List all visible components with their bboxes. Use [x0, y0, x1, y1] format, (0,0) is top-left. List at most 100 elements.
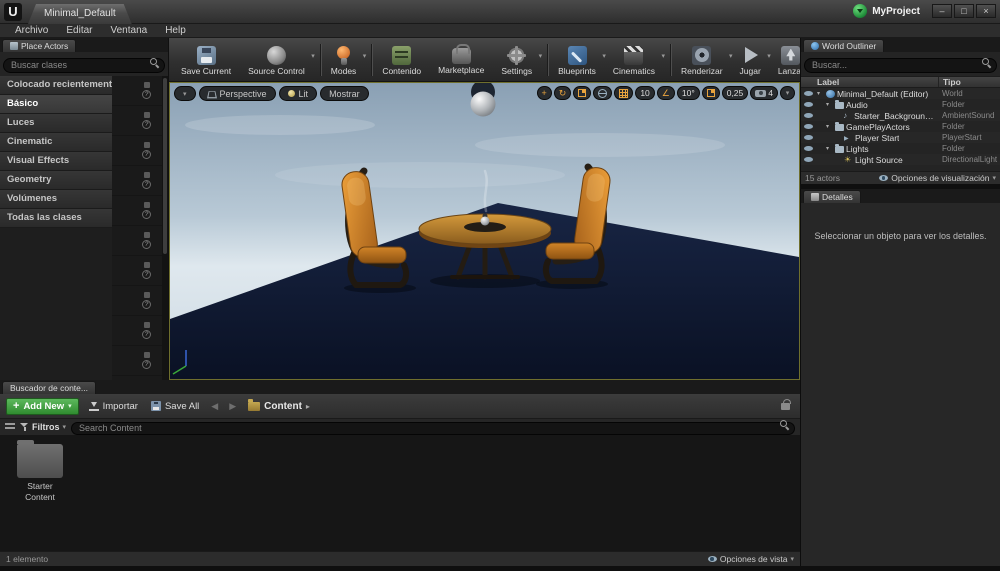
outliner-row[interactable]: ▾ Lights Folder [801, 143, 1000, 154]
window-control-button[interactable]: – [932, 4, 952, 18]
category-item[interactable]: Visual Effects [0, 152, 112, 171]
class-search-input[interactable] [3, 57, 165, 73]
level-tab[interactable]: Minimal_Default [28, 4, 132, 24]
visibility-eye-icon[interactable] [801, 113, 815, 118]
actor-thumbnail-row[interactable]: ? [112, 76, 163, 106]
scale-snap-value[interactable]: 0,25 [721, 86, 749, 100]
outliner-row[interactable]: ▾ Minimal_Default (Editor) World [801, 88, 1000, 99]
chevron-down-icon[interactable]: ▾ [602, 52, 606, 60]
tab-content-browser[interactable]: Buscador de conte... [2, 381, 96, 394]
toolbar-button[interactable]: Renderizar ▾ [675, 43, 734, 77]
category-item[interactable]: Colocado recientemente [0, 76, 112, 95]
category-item[interactable]: Cinematic [0, 133, 112, 152]
actor-thumbnail-row[interactable]: ? [112, 166, 163, 196]
import-button[interactable]: Importar [86, 401, 141, 412]
actor-thumbnail-row[interactable]: ? [112, 226, 163, 256]
outliner-row[interactable]: ▾ Audio Folder [801, 99, 1000, 110]
toolbar-button[interactable]: Settings ▾ [495, 43, 543, 77]
actor-thumbnail[interactable] [115, 109, 139, 133]
grid-snap-toggle[interactable] [614, 86, 634, 100]
expand-arrow-icon[interactable]: ▾ [826, 101, 833, 108]
thumbnails-scrollbar[interactable] [162, 76, 168, 380]
viewport[interactable]: ▾ Perspective Lit Mostrar + ↻ 10 ∠ 10° 0… [169, 82, 800, 380]
chevron-down-icon[interactable]: ▾ [767, 52, 771, 60]
column-type[interactable]: Tipo [938, 77, 1000, 87]
actor-thumbnail-row[interactable]: ? [112, 286, 163, 316]
scale-snap-toggle[interactable] [701, 86, 720, 100]
back-arrow-icon[interactable]: ◀ [209, 401, 220, 412]
window-control-button[interactable]: × [976, 4, 996, 18]
expand-arrow-icon[interactable]: ▾ [817, 90, 824, 97]
content-search-input[interactable] [71, 421, 795, 435]
perspective-button[interactable]: Perspective [198, 86, 276, 101]
visibility-eye-icon[interactable] [801, 124, 815, 129]
actor-thumbnail-row[interactable]: ? [112, 256, 163, 286]
toolbar-button[interactable]: Cinematics ▾ [607, 43, 666, 77]
visibility-eye-icon[interactable] [801, 146, 815, 151]
sources-panel-icon[interactable] [5, 423, 15, 431]
actor-thumbnail-row[interactable]: ? [112, 106, 163, 136]
actor-thumbnail[interactable] [115, 199, 139, 223]
toolbar-button[interactable]: Save Current ▾ [175, 43, 242, 77]
rotation-snap-toggle[interactable]: ∠ [656, 86, 675, 100]
actor-thumbnail[interactable] [115, 169, 139, 193]
scale-tool-button[interactable] [573, 86, 592, 100]
actor-thumbnail-row[interactable]: ? [112, 346, 163, 376]
forward-arrow-icon[interactable]: ▶ [227, 401, 238, 412]
expand-arrow-icon[interactable]: ▾ [826, 145, 833, 152]
menu-item[interactable]: Help [156, 24, 195, 38]
view-options-button[interactable]: Opciones de vista ▾ [707, 554, 794, 564]
window-control-button[interactable]: □ [954, 4, 974, 18]
chevron-down-icon[interactable]: ▾ [729, 52, 733, 60]
actor-thumbnail-row[interactable]: ? [112, 136, 163, 166]
tab-details[interactable]: Detalles [803, 190, 861, 203]
rotation-snap-value[interactable]: 10° [676, 86, 700, 100]
chevron-down-icon[interactable]: ▾ [363, 52, 367, 60]
toolbar-button[interactable]: Jugar ▾ [734, 43, 772, 77]
chevron-down-icon[interactable]: ▾ [661, 52, 665, 60]
asset-tile[interactable]: Starter Content [12, 440, 68, 502]
filters-button[interactable]: Filtros ▾ [20, 422, 66, 432]
toolbar-button[interactable]: Blueprints ▾ [552, 43, 607, 77]
visibility-eye-icon[interactable] [801, 157, 815, 162]
lock-icon[interactable] [781, 398, 791, 410]
expand-arrow-icon[interactable]: ▾ [826, 123, 833, 130]
category-item[interactable]: Luces [0, 114, 112, 133]
toolbar-button[interactable]: Contenido ▾ [376, 43, 432, 77]
actor-thumbnail[interactable] [115, 319, 139, 343]
camera-speed-dropdown[interactable]: ▾ [780, 86, 795, 100]
outliner-row[interactable]: ▾ GamePlayActors Folder [801, 121, 1000, 132]
column-label[interactable]: Label [801, 77, 938, 87]
category-item[interactable]: Todas las clases [0, 209, 112, 228]
outliner-search-input[interactable] [804, 57, 997, 73]
folder-icon[interactable] [17, 440, 63, 478]
category-item[interactable]: Básico [0, 95, 112, 114]
actor-thumbnail[interactable] [115, 139, 139, 163]
visibility-eye-icon[interactable] [801, 135, 815, 140]
visibility-eye-icon[interactable] [801, 102, 815, 107]
category-item[interactable]: Volúmenes [0, 190, 112, 209]
camera-speed-button[interactable]: 4 [750, 86, 778, 100]
toolbar-button[interactable]: Marketplace ▾ [432, 43, 495, 76]
menu-item[interactable]: Ventana [101, 24, 156, 38]
translate-tool-button[interactable]: + [536, 86, 552, 100]
actor-thumbnail[interactable] [115, 349, 139, 373]
actor-thumbnail[interactable] [115, 289, 139, 313]
viewport-scene[interactable] [170, 83, 799, 379]
menu-item[interactable]: Archivo [6, 24, 57, 38]
lit-mode-button[interactable]: Lit [278, 86, 318, 101]
menu-item[interactable]: Editar [57, 24, 101, 38]
grid-snap-value[interactable]: 10 [635, 86, 655, 100]
chevron-down-icon[interactable]: ▾ [539, 52, 543, 60]
actor-thumbnail[interactable] [115, 79, 139, 103]
tab-world-outliner[interactable]: World Outliner [803, 39, 885, 52]
visibility-eye-icon[interactable] [801, 91, 815, 96]
toolbar-button[interactable]: Modes ▾ [325, 43, 368, 77]
world-local-toggle[interactable] [593, 86, 613, 100]
outliner-row[interactable]: ▾ Player Start PlayerStart [801, 132, 1000, 143]
outliner-row[interactable]: ▾ Starter_Background_Cue AmbientSound [801, 110, 1000, 121]
chevron-down-icon[interactable]: ▾ [311, 52, 315, 60]
breadcrumb[interactable]: Content ▸ [245, 398, 313, 412]
actor-thumbnail-row[interactable]: ? [112, 196, 163, 226]
toolbar-button[interactable]: Source Control ▾ [242, 43, 316, 77]
